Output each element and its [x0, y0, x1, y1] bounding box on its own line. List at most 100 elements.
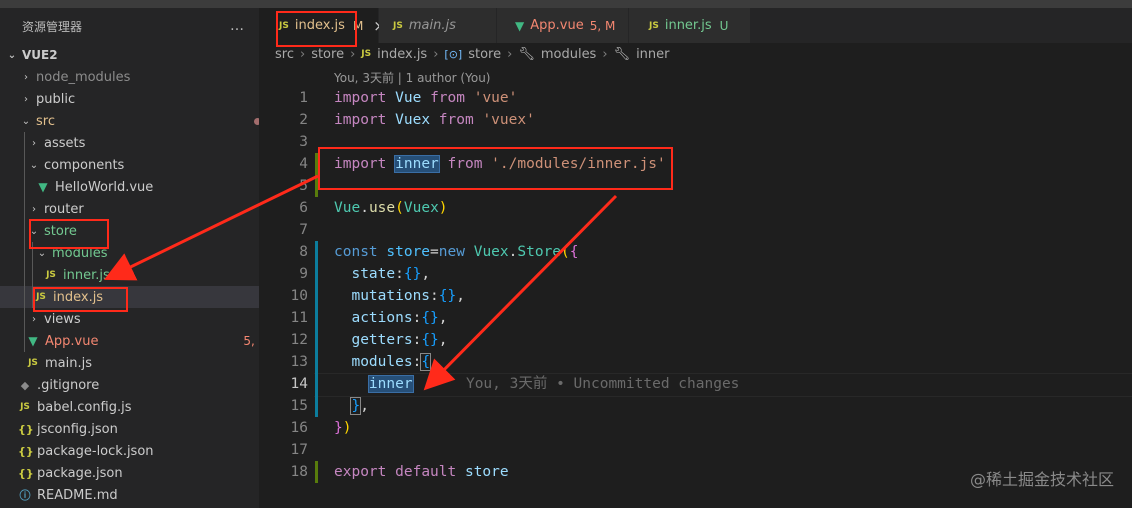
tree-file-inner-js[interactable]: JS inner.js U [0, 264, 303, 286]
code-line-6: 6 Vue.use(Vuex) [259, 197, 1132, 219]
tree-folder-public[interactable]: › public [0, 88, 279, 110]
watermark: @稀土掘金技术社区 [969, 470, 1114, 489]
tree-file-package-json[interactable]: {} package.json [0, 462, 277, 484]
json-file-icon: {} [18, 422, 34, 436]
chevron-right-icon: › [350, 46, 356, 62]
line-number: 8 [299, 244, 308, 260]
line-number: 11 [290, 310, 308, 326]
tree-file-readme[interactable]: ⓘ README.md [0, 484, 277, 506]
js-file-icon: JS [393, 20, 403, 31]
line-number: 13 [290, 354, 308, 370]
tree-label: App.vue [45, 333, 99, 349]
wrench-icon: 🔧︎ [518, 46, 535, 62]
tab-app-vue[interactable]: ▼ App.vue 5, M [497, 8, 629, 43]
tree-label: inner.js [63, 267, 110, 283]
line-number: 7 [299, 222, 308, 238]
breadcrumb-item[interactable]: src [275, 47, 294, 62]
tree-file-helloworld-vue[interactable]: ▼ HelloWorld.vue [0, 176, 295, 198]
js-file-icon: JS [28, 358, 38, 368]
annotation-box-import [318, 147, 673, 190]
project-name: VUE2 [22, 48, 58, 62]
line-number: 9 [299, 266, 308, 282]
js-file-icon: JS [20, 402, 30, 412]
chevron-right-icon: › [602, 46, 608, 62]
line-number: 5 [299, 178, 308, 194]
tab-inner-js[interactable]: JS inner.js U [629, 8, 751, 43]
tree-file-package-lock[interactable]: {} package-lock.json [0, 440, 277, 462]
tree-label: components [44, 157, 125, 173]
code-line-15: 15 }, [259, 395, 1132, 417]
explorer-header: 资源管理器 … [0, 8, 259, 44]
tree-file-babel-config[interactable]: JS babel.config.js [0, 396, 277, 418]
chevron-right-icon: › [24, 71, 28, 83]
annotation-box-store [29, 219, 109, 249]
explorer-sidebar: 资源管理器 … ⌄ VUE2 › node_modules › public ⌄… [0, 8, 293, 508]
chevron-right-icon: › [32, 137, 36, 149]
js-file-icon: JS [361, 49, 372, 59]
more-actions-icon[interactable]: … [230, 18, 245, 34]
tree-folder-router[interactable]: › router [0, 198, 287, 220]
code-line-2: 2 import Vuex from 'vuex' [259, 109, 1132, 131]
tab-badge: 5, M [589, 18, 616, 33]
menu-bar [0, 0, 1132, 8]
line-number: 4 [299, 156, 308, 172]
chevron-down-icon: ⌄ [21, 115, 31, 127]
tree-file-app-vue[interactable]: ▼ App.vue 5, M [0, 330, 285, 352]
line-number: 6 [299, 200, 308, 216]
codelens-blame[interactable]: You, 3天前 | 1 author (You) [334, 69, 490, 86]
line-number: 12 [290, 332, 308, 348]
tab-badge: U [719, 18, 729, 33]
breadcrumb-item[interactable]: modules [541, 47, 597, 62]
code-line-12: 12 getters:{}, [259, 329, 1132, 351]
chevron-down-icon: ⌄ [7, 49, 17, 61]
chevron-right-icon: › [507, 46, 513, 62]
tree-file-gitignore[interactable]: ◆ .gitignore [0, 374, 277, 396]
tree-folder-src[interactable]: ⌄ src [0, 110, 279, 132]
tree-file-jsconfig[interactable]: {} jsconfig.json [0, 418, 277, 440]
breadcrumb-item[interactable]: inner [636, 47, 669, 62]
chevron-right-icon: › [24, 93, 28, 105]
line-number: 17 [290, 442, 308, 458]
line-number: 10 [290, 288, 308, 304]
tree-folder-node-modules[interactable]: › node_modules [0, 66, 279, 88]
breadcrumb-item[interactable]: store [311, 47, 344, 62]
json-file-icon: {} [18, 444, 34, 458]
project-root-folder[interactable]: ⌄ VUE2 [0, 44, 265, 66]
explorer-title: 资源管理器 [22, 19, 83, 34]
tree-label: babel.config.js [37, 399, 132, 415]
breadcrumb-item[interactable]: store [468, 47, 501, 62]
code-line-10: 10 mutations:{}, [259, 285, 1132, 307]
code-line-1: 1 import Vue from 'vue' [259, 87, 1132, 109]
tree-file-main-js[interactable]: JS main.js [0, 352, 285, 374]
line-number: 3 [299, 134, 308, 150]
tree-label: views [44, 311, 81, 327]
code-line-14: 14 inner You, 3天前 • Uncommitted changes [259, 373, 1132, 395]
line-number: 14 [290, 376, 308, 392]
info-file-icon: ⓘ [19, 489, 31, 502]
tree-label: HelloWorld.vue [55, 179, 154, 195]
tree-label: package.json [37, 465, 123, 481]
code-line-11: 11 actions:{}, [259, 307, 1132, 329]
tree-label: README.md [37, 487, 118, 503]
wrench-icon: 🔧︎ [613, 46, 631, 62]
tab-label: App.vue [530, 18, 584, 33]
tree-label: router [44, 201, 84, 217]
tab-main-js[interactable]: JS main.js [379, 8, 497, 43]
vue-file-icon: ▼ [515, 18, 525, 33]
tree-folder-assets[interactable]: › assets [0, 132, 287, 154]
code-editor[interactable]: You, 3天前 | 1 author (You) 1 import Vue fr… [259, 65, 1132, 508]
line-number: 1 [299, 90, 308, 106]
tree-label: .gitignore [37, 377, 100, 393]
code-line-9: 9 state:{}, [259, 263, 1132, 285]
tree-label: main.js [45, 355, 92, 371]
chevron-down-icon: ⌄ [37, 247, 47, 259]
breadcrumb-item[interactable]: index.js [377, 47, 427, 62]
annotation-box-index [33, 287, 128, 312]
chevron-right-icon: › [433, 46, 439, 62]
breadcrumb: src › store › JS index.js › [⊙] store › 🔧︎ m… [259, 43, 1132, 65]
chevron-right-icon: › [32, 313, 36, 325]
tab-label: main.js [408, 18, 456, 33]
tree-label: public [36, 91, 76, 107]
inline-blame: You, 3天前 • Uncommitted changes [465, 376, 740, 392]
tree-folder-components[interactable]: ⌄ components [0, 154, 287, 176]
